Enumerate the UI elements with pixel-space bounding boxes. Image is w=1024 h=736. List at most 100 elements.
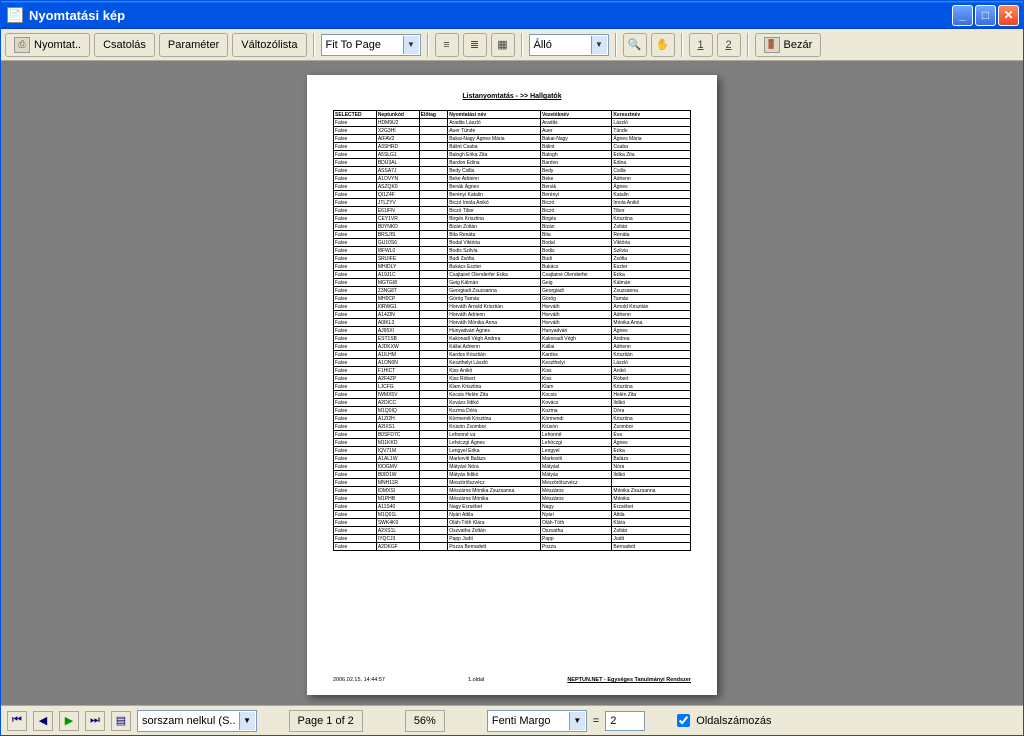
table-row: FalseIQV71MLengyel ErikaLengyelErika	[334, 447, 691, 455]
sort-combo[interactable]: sorszam nelkul (S..▼	[137, 710, 257, 732]
table-row: FalseMNH11RMeszörölszvéczMeszörölszvécz	[334, 479, 691, 487]
table-row: FalseB0SFD7CLehonné vaLehonnéÉva	[334, 431, 691, 439]
report-title: Listanyomtatás - >> Hallgatók	[333, 93, 691, 100]
view-mode-2-button[interactable]: ≣	[463, 33, 487, 57]
chevron-down-icon: ▼	[569, 712, 585, 730]
table-row: FalseE61IFNBiczó TiborBiczóTibor	[334, 207, 691, 215]
hand-button[interactable]: ✋	[651, 33, 675, 57]
preview-area[interactable]: Listanyomtatás - >> Hallgatók SELECTEDNe…	[1, 61, 1023, 705]
chevron-down-icon: ▼	[239, 712, 255, 730]
table-row: FalseIWMX5VKocsis Helén ZitaKocsisHelén …	[334, 391, 691, 399]
minimize-button[interactable]: _	[952, 5, 973, 26]
table-row: FalseA3SHRDBálint CsabaBálintCsaba	[334, 143, 691, 151]
page-numbering-label: Oldalszámozás	[696, 715, 771, 727]
table-row: FalseA2DKGFPozza BernadettPozzaBernadett	[334, 543, 691, 551]
parameter-button[interactable]: Paraméter	[159, 33, 228, 57]
printer-icon: ⎙	[14, 37, 30, 53]
next-page-button[interactable]: ▶	[59, 711, 79, 731]
table-row: FalseI0OGMVMátyásl NóraMátyáslNóra	[334, 463, 691, 471]
changelist-button[interactable]: Változólista	[232, 33, 306, 57]
first-page-button[interactable]: ⏮	[7, 711, 27, 731]
table-row: FalseI8FWL0Bodis SzilviaBodisSzilvia	[334, 247, 691, 255]
toolbar: ⎙Nyomtat.. Csatolás Paraméter Változólis…	[1, 29, 1023, 61]
table-row: FalseIDMXSIMészáros Mónika ZsuzsannaMész…	[334, 487, 691, 495]
margin-combo[interactable]: Fenti Margo▼	[487, 710, 587, 732]
footer-system: NEPTUN.NET - Egységes Tanulmányi Rendsze…	[567, 677, 691, 683]
table-row: FalseM11KKDLehóczgi ÁgnesLehóczgiÁgnes	[334, 439, 691, 447]
table-row: FalseASZQK0Benák ÁgnesBenákÁgnes	[334, 183, 691, 191]
chevron-down-icon: ▼	[403, 36, 419, 54]
table-row: FalseF1HICTKiss AnikóKissAnikó	[334, 367, 691, 375]
close-window-button[interactable]: ✕	[998, 5, 1019, 26]
table-row: FalseJTLZYVBiczó Imola AnikóBiczóImola A…	[334, 199, 691, 207]
footer-page: 1.oldal	[468, 677, 484, 683]
report-table: SELECTEDNeptunkódElőtagNyomtatási névVez…	[333, 110, 691, 551]
table-row: FalseSWK4K9Oláh-Tóth KláraOláh-TóthKlára	[334, 519, 691, 527]
orientation-combo[interactable]: Álló▼	[529, 34, 609, 56]
table-row: FalseA2DICCKovács IldikóKovácsIldikó	[334, 399, 691, 407]
last-page-button[interactable]: ⏭	[85, 711, 105, 731]
table-row: FalseASSA7JBedy CsillaBedyCsilla	[334, 167, 691, 175]
table-row: FalseMHIDLYBukács EszterBukácsEszter	[334, 263, 691, 271]
table-row: FalseA1ON0NKeszthelyi LászlóKeszthelyiLá…	[334, 359, 691, 367]
table-row: FalseM1Q01LNyári AttilaNyáriAttila	[334, 511, 691, 519]
table-row: FalseA11S40Nagy ErzsébetNagyErzsébet	[334, 503, 691, 511]
col-header: Vezetéknév	[541, 111, 612, 119]
report-page: Listanyomtatás - >> Hallgatók SELECTEDNe…	[307, 75, 717, 695]
col-header: SELECTED	[334, 111, 377, 119]
table-row: FalseA1ZI2HKörmendi KrisztinaKörmendiKri…	[334, 415, 691, 423]
page-2-button[interactable]: 2	[717, 33, 741, 57]
prev-page-button[interactable]: ◀	[33, 711, 53, 731]
table-row: FalseA2XS1LOszvatha ZoltánOszvathaZoltán	[334, 527, 691, 535]
table-row: FalseZ3NG8TGeorgiadi ZsuzsannaGeorgiadiZ…	[334, 287, 691, 295]
print-button[interactable]: ⎙Nyomtat..	[5, 33, 90, 57]
table-row: FalseMGTGI8Geig KálmánGeigKálmán	[334, 279, 691, 287]
page-numbering-checkbox[interactable]	[677, 714, 690, 727]
table-row: FalseAJ95XIHunyadvári ÁgnesHunyadváriÁgn…	[334, 327, 691, 335]
table-row: FalseB0ID1WMátyás IldikóMátyásIldikó	[334, 471, 691, 479]
table-row: FalseLJCFGKlam KrisztinaKlamKrisztina	[334, 383, 691, 391]
table-row: FalseGU10S6Bodal ViktóriaBodalViktória	[334, 239, 691, 247]
col-header: Neptunkód	[376, 111, 419, 119]
chevron-down-icon: ▼	[591, 36, 607, 54]
table-row: FalseCEY1VRBirgés KrisztinaBirgésKriszti…	[334, 215, 691, 223]
table-row: FalseM1PHBMészáros MónikaMészárosMónika	[334, 495, 691, 503]
statusbar: ⏮ ◀ ▶ ⏭ ▤ sorszam nelkul (S..▼ Page 1 of…	[1, 705, 1023, 735]
footer-timestamp: 2006.02.15. 14:44:57	[333, 677, 385, 683]
window-title: Nyomtatási kép	[29, 8, 125, 23]
view-mode-1-button[interactable]: ≡	[435, 33, 459, 57]
options-button[interactable]: ▤	[111, 711, 131, 731]
window: 📄 Nyomtatási kép _ □ ✕ ⎙Nyomtat.. Csatol…	[0, 0, 1024, 736]
table-row: FalseA2F4ZPKiss RóbertKissRóbert	[334, 375, 691, 383]
zoom-indicator: 56%	[405, 710, 445, 732]
table-row: FalseEST1SBKakonadi Végh AndreaKakonadi …	[334, 335, 691, 343]
table-row: FalseBDU3ALBardon EdinaBardonEdina	[334, 159, 691, 167]
table-row: FalseA14ZINHorváth AdriennHorváthAdrienn	[334, 311, 691, 319]
table-row: FalseI0RWG1Horváth Arnold KrisztiánHorvá…	[334, 303, 691, 311]
page-1-button[interactable]: 1	[689, 33, 713, 57]
table-row: FalseQI1Z4FBerényi KatalinBerényiKatalin	[334, 191, 691, 199]
close-button[interactable]: 🚪Bezár	[755, 33, 822, 57]
table-row: FalseA5SLG1Balogh Erika ZitaBaloghErika …	[334, 151, 691, 159]
zoom-button[interactable]: 🔍	[623, 33, 647, 57]
table-row: FalseX2G3HIAuer TündeAuerTünde	[334, 127, 691, 135]
table-row: FalseM1Q0IQKozma DóraKozmaDóra	[334, 407, 691, 415]
table-row: FalseA0IKL3Horváth Mónika AnnaHorváthMón…	[334, 319, 691, 327]
table-row: FalseA1AL1WMarkoviti BalázsMarkovitiBalá…	[334, 455, 691, 463]
app-icon: 📄	[7, 7, 23, 23]
table-row: FalseSRUIFEBudi ZsófiaBudiZsófia	[334, 255, 691, 263]
page-indicator: Page 1 of 2	[289, 710, 363, 732]
table-row: FalseA1OVYNBeke AdriennBekeAdrienn	[334, 175, 691, 183]
table-row: FalseHDM9U2Aradits LászlóAraditsLászló	[334, 119, 691, 127]
door-icon: 🚪	[764, 37, 780, 53]
margin-value-input[interactable]	[605, 711, 645, 731]
table-row: FalseMH0CPGörög TamásGörögTamás	[334, 295, 691, 303]
col-header: Nyomtatási név	[448, 111, 541, 119]
attach-button[interactable]: Csatolás	[94, 33, 155, 57]
grid-button[interactable]: ▦	[491, 33, 515, 57]
table-row: FalseBRSJISBita RenátaBitaRenáta	[334, 231, 691, 239]
col-header: Keresztnév	[612, 111, 691, 119]
fit-combo[interactable]: Fit To Page▼	[321, 34, 421, 56]
col-header: Előtag	[419, 111, 448, 119]
maximize-button[interactable]: □	[975, 5, 996, 26]
